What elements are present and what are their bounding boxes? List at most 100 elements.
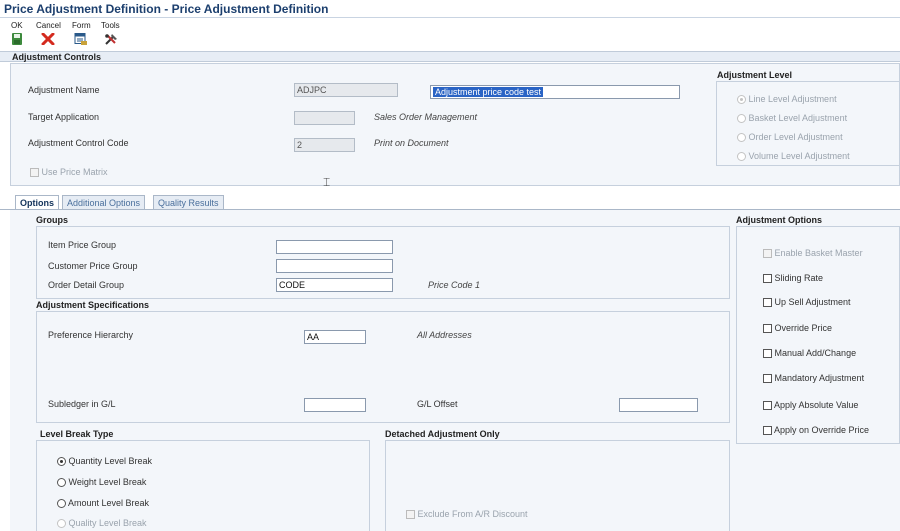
radio-label: Order Level Adjustment [748, 132, 843, 142]
level-break-type-header: Level Break Type [40, 429, 114, 439]
adjustment-control-code-label: Adjustment Control Code [28, 138, 129, 148]
checkbox-label: Up Sell Adjustment [774, 297, 851, 307]
radio-basket-level[interactable]: Basket Level Adjustment [737, 113, 848, 124]
mandatory-adjustment-checkbox[interactable]: Mandatory Adjustment [763, 373, 865, 384]
save-icon[interactable] [11, 33, 25, 47]
checkbox-box [763, 349, 772, 359]
override-price-checkbox[interactable]: Override Price [763, 323, 833, 334]
radio-line-level[interactable]: Line Level Adjustment [737, 94, 837, 105]
checkbox-label: Apply Absolute Value [774, 400, 859, 410]
order-detail-group-field[interactable]: CODE [276, 278, 393, 292]
order-detail-group-label: Order Detail Group [48, 280, 125, 290]
checkbox-box [763, 426, 772, 436]
checkbox-box [763, 401, 772, 411]
radio-quantity-level-break[interactable]: Quantity Level Break [57, 456, 153, 467]
adjustment-name-desc-text: Adjustment price code test [433, 87, 544, 97]
item-price-group-label: Item Price Group [48, 240, 117, 250]
checkbox-box [763, 374, 772, 384]
radio-dot [737, 95, 746, 105]
adjustment-controls-header: Adjustment Controls [0, 51, 900, 62]
tools-label[interactable]: Tools [101, 21, 120, 30]
customer-price-group-field[interactable] [276, 259, 393, 273]
radio-label: Quantity Level Break [68, 456, 153, 466]
radio-quality-level-break[interactable]: Quality Level Break [57, 518, 147, 529]
radio-label: Weight Level Break [68, 477, 147, 487]
checkbox-label: Enable Basket Master [774, 248, 863, 258]
tab-additional-options[interactable]: Additional Options [62, 195, 146, 209]
adjustment-control-code-field[interactable]: 2 [294, 138, 355, 152]
target-application-desc: Sales Order Management [374, 112, 478, 122]
checkbox-label: Sliding Rate [774, 273, 824, 283]
checkbox-box [30, 168, 39, 178]
close-icon[interactable] [41, 32, 55, 47]
checkbox-label: Override Price [774, 323, 833, 333]
up-sell-adjustment-checkbox[interactable]: Up Sell Adjustment [763, 297, 851, 308]
checkbox-box [763, 274, 772, 284]
use-price-matrix-checkbox[interactable]: Use Price Matrix [30, 167, 108, 178]
tab-quality-results[interactable]: Quality Results [153, 195, 224, 209]
use-price-matrix-label: Use Price Matrix [41, 167, 108, 177]
checkbox-box [406, 510, 415, 520]
adjustment-level-header: Adjustment Level [717, 70, 793, 80]
toolbar: OK Cancel Form Tools [0, 20, 900, 48]
target-application-label: Target Application [28, 112, 100, 122]
adjustment-name-label: Adjustment Name [28, 85, 100, 95]
radio-label: Basket Level Adjustment [748, 113, 848, 123]
form-icon[interactable] [74, 33, 88, 47]
radio-dot [57, 519, 66, 529]
detached-adjustment-header: Detached Adjustment Only [385, 429, 500, 439]
checkbox-label: Apply on Override Price [774, 425, 870, 435]
radio-dot [737, 114, 746, 124]
customer-price-group-label: Customer Price Group [48, 261, 138, 271]
apply-absolute-value-checkbox[interactable]: Apply Absolute Value [763, 400, 859, 411]
radio-label: Line Level Adjustment [748, 94, 837, 104]
tools-icon[interactable] [104, 33, 118, 47]
ok-label[interactable]: OK [11, 21, 23, 30]
adjustment-options-box [736, 226, 900, 444]
target-application-field[interactable] [294, 111, 355, 125]
radio-order-level[interactable]: Order Level Adjustment [737, 132, 843, 143]
radio-dot [57, 457, 66, 467]
groups-header: Groups [36, 215, 69, 225]
checkbox-box [763, 298, 772, 308]
radio-volume-level[interactable]: Volume Level Adjustment [737, 151, 850, 162]
checkbox-box [763, 324, 772, 334]
radio-dot [737, 152, 746, 162]
adjustment-control-code-desc: Print on Document [374, 138, 449, 148]
manual-add-change-checkbox[interactable]: Manual Add/Change [763, 348, 857, 359]
radio-label: Quality Level Break [68, 518, 147, 528]
window-title: Price Adjustment Definition - Price Adju… [4, 2, 329, 16]
item-price-group-field[interactable] [276, 240, 393, 254]
cancel-label[interactable]: Cancel [36, 21, 61, 30]
checkbox-box [763, 249, 772, 259]
radio-dot [57, 499, 66, 509]
radio-amount-level-break[interactable]: Amount Level Break [57, 498, 150, 509]
checkbox-label: Manual Add/Change [774, 348, 857, 358]
adjustment-specifications-header: Adjustment Specifications [36, 300, 150, 310]
subledger-field[interactable] [304, 398, 366, 412]
apply-on-override-price-checkbox[interactable]: Apply on Override Price [763, 425, 870, 436]
radio-label: Amount Level Break [68, 498, 150, 508]
sliding-rate-checkbox[interactable]: Sliding Rate [763, 273, 824, 284]
radio-weight-level-break[interactable]: Weight Level Break [57, 477, 147, 488]
subledger-label: Subledger in G/L [48, 399, 116, 409]
radio-dot [737, 133, 746, 143]
text-cursor-icon: ⌶ [323, 175, 331, 189]
exclude-ar-discount-label: Exclude From A/R Discount [417, 509, 528, 519]
enable-basket-master-checkbox[interactable]: Enable Basket Master [763, 248, 863, 259]
exclude-ar-discount-checkbox[interactable]: Exclude From A/R Discount [406, 509, 528, 520]
radio-dot [57, 478, 66, 488]
checkbox-label: Mandatory Adjustment [774, 373, 865, 383]
adjustment-name-code-field[interactable]: ADJPC [294, 83, 398, 97]
gl-offset-field[interactable] [619, 398, 698, 412]
preference-hierarchy-field[interactable]: AA [304, 330, 366, 344]
adjustment-name-desc-field[interactable]: Adjustment price code test [430, 85, 680, 99]
title-divider [0, 17, 900, 18]
order-detail-group-desc: Price Code 1 [428, 280, 481, 290]
preference-hierarchy-label: Preference Hierarchy [48, 330, 134, 340]
form-label[interactable]: Form [72, 21, 91, 30]
tab-options[interactable]: Options [15, 195, 59, 210]
adjustment-options-header: Adjustment Options [736, 215, 822, 225]
radio-label: Volume Level Adjustment [748, 151, 850, 161]
gl-offset-label: G/L Offset [417, 399, 458, 409]
